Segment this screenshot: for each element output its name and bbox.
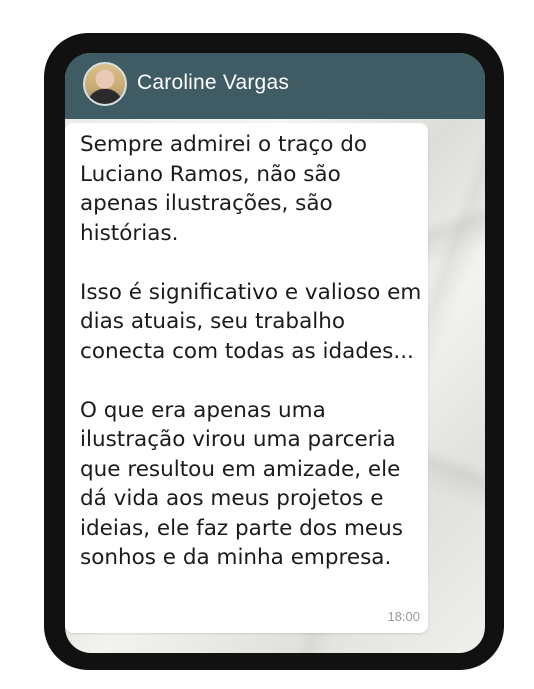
- contact-name[interactable]: Caroline Vargas: [137, 71, 289, 95]
- message-paragraph: O que era apenas uma ilustração virou um…: [80, 397, 403, 571]
- message-bubble[interactable]: Sempre admirei o traço do Luciano Ramos,…: [65, 123, 428, 633]
- message-paragraph: Isso é significativo e valioso em dias a…: [80, 279, 422, 364]
- chat-screen: Caroline Vargas Sempre admirei o traço d…: [65, 53, 485, 653]
- contact-avatar[interactable]: [83, 62, 127, 106]
- chat-header[interactable]: Caroline Vargas: [65, 53, 485, 119]
- message-timestamp: 18:00: [387, 609, 420, 624]
- message-paragraph: Sempre admirei o traço do Luciano Ramos,…: [80, 132, 368, 246]
- message-text: Sempre admirei o traço do Luciano Ramos,…: [80, 130, 425, 573]
